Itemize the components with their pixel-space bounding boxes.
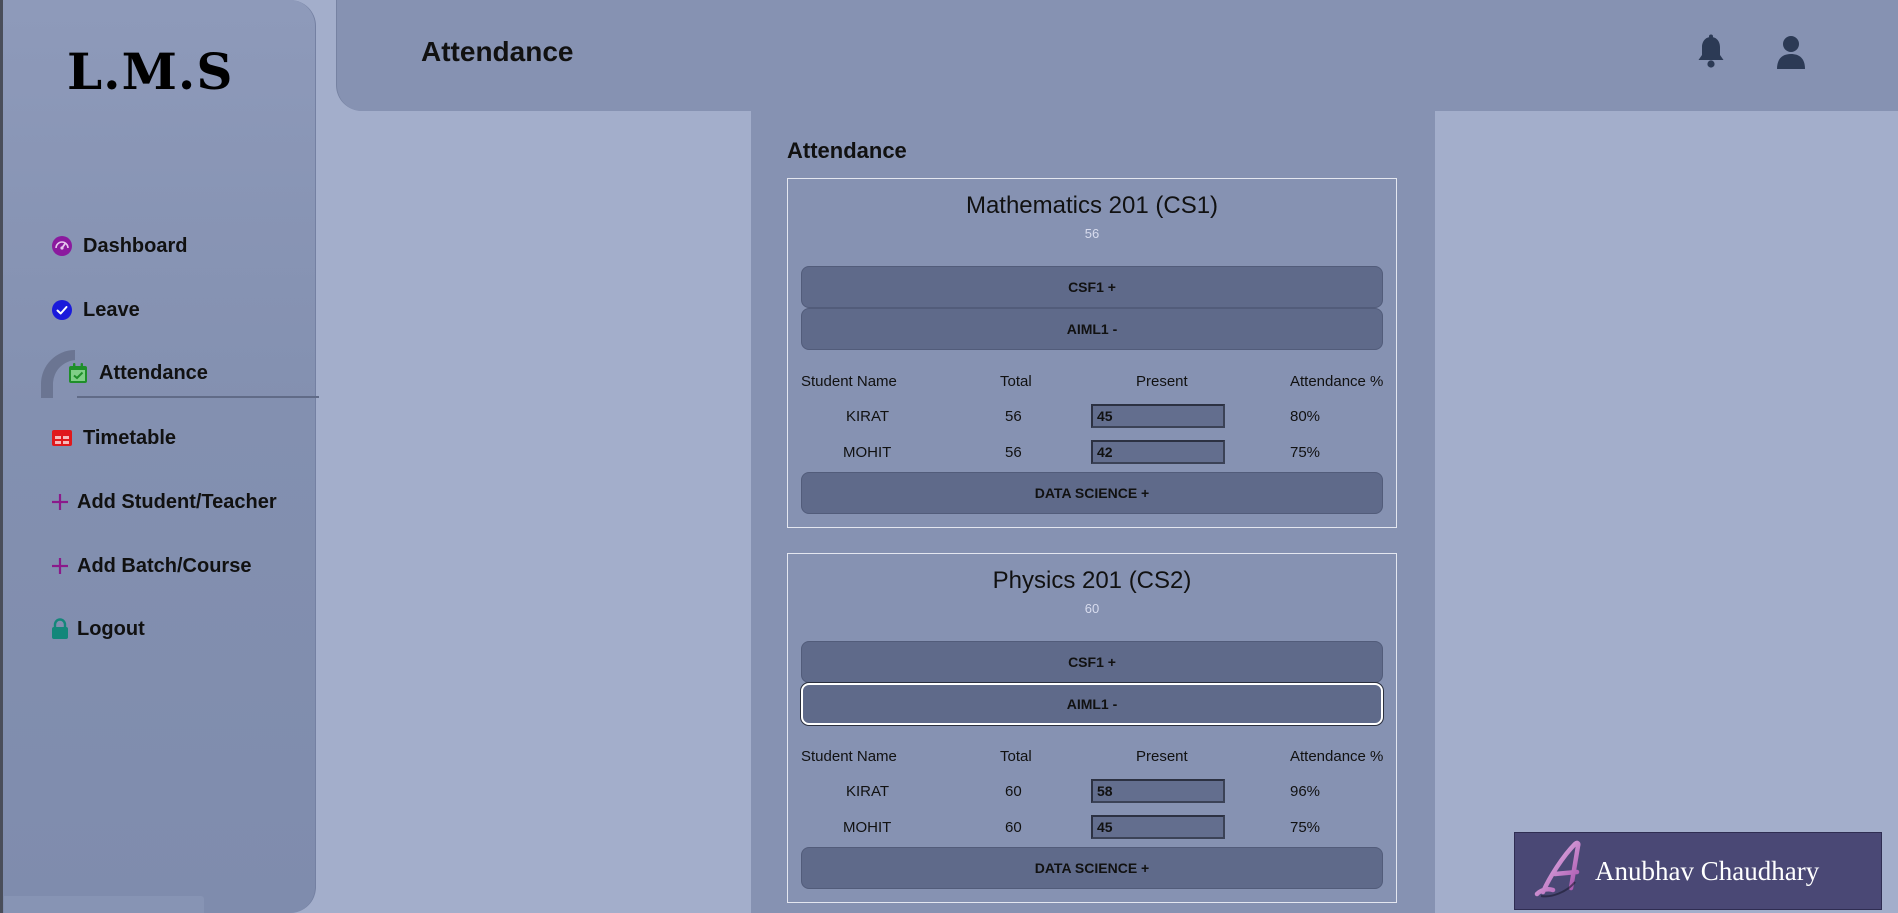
student-name: MOHIT [843,444,892,461]
sidebar-item-logout[interactable]: Logout [49,614,145,644]
dashboard-icon [51,235,73,257]
sidebar-item-add-student-teacher[interactable]: Add Student/Teacher [49,487,277,517]
calendar-check-icon [67,362,89,384]
column-header-attendance-percent: Attendance % [1290,748,1384,765]
column-header-student-name: Student Name [801,748,897,765]
column-header-present: Present [1136,748,1188,765]
course-name: Mathematics 201 (CS1) [965,192,1219,219]
sidebar-item-attendance[interactable]: Attendance [67,358,208,388]
sidebar-item-dashboard[interactable]: Dashboard [51,231,187,261]
app-logo: L.M.S [67,42,234,101]
student-name: MOHIT [843,819,892,836]
column-header-total: Total [1000,373,1032,390]
course-name: Physics 201 (CS2) [992,567,1192,594]
signature-monogram-icon [1534,840,1581,898]
sidebar-item-label: Timetable [83,426,176,449]
table-icon [51,427,73,449]
attendance-percent: 75% [1290,819,1321,836]
top-header: Attendance [336,0,1898,111]
author-signature: Anubhav Chaudhary [1514,832,1882,910]
sidebar-item-timetable[interactable]: Timetable [51,423,176,453]
course-total-classes: 56 [1084,226,1100,241]
sidebar-item-label: Dashboard [83,234,188,257]
course-card: Physics 201 (CS2) 60 CSF1 + AIML1 - Stud… [787,553,1397,903]
lock-icon [49,618,71,640]
batch-toggle-aiml1[interactable]: AIML1 - [801,683,1383,725]
course-card: Mathematics 201 (CS1) 56 CSF1 + AIML1 - … [787,178,1397,528]
user-icon[interactable] [1775,34,1807,70]
sidebar-item-label: Logout [77,617,145,640]
check-circle-icon [51,299,73,321]
batch-toggle-data-science[interactable]: DATA SCIENCE + [801,847,1383,889]
sidebar-item-add-batch-course[interactable]: Add Batch/Course [49,551,251,581]
column-header-present: Present [1136,373,1188,390]
sidebar-item-label: Leave [83,298,140,321]
section-title: Attendance [787,138,907,163]
column-header-attendance-percent: Attendance % [1290,373,1384,390]
batch-toggle-csf1[interactable]: CSF1 + [801,266,1383,308]
present-input[interactable] [1091,440,1225,464]
batch-toggle-data-science[interactable]: DATA SCIENCE + [801,472,1383,514]
student-total: 56 [1005,408,1022,425]
sidebar-item-label: Add Batch/Course [77,554,252,577]
attendance-percent: 80% [1290,408,1321,425]
plus-icon [49,555,71,577]
present-input[interactable] [1091,404,1225,428]
signature-name: Anubhav Chaudhary [1595,855,1820,886]
attendance-percent: 96% [1290,783,1321,800]
batch-toggle-csf1[interactable]: CSF1 + [801,641,1383,683]
student-name: KIRAT [846,408,890,425]
sidebar-item-leave[interactable]: Leave [51,295,140,325]
student-name: KIRAT [846,783,890,800]
batch-toggle-aiml1[interactable]: AIML1 - [801,308,1383,350]
attendance-percent: 75% [1290,444,1321,461]
sidebar: L.M.S Dashboard Leave Attendance Timetab… [3,0,319,913]
sidebar-item-label: Add Student/Teacher [77,490,277,513]
column-header-student-name: Student Name [801,373,897,390]
course-total-classes: 60 [1084,601,1100,616]
present-input[interactable] [1091,779,1225,803]
attendance-panel: Attendance Mathematics 201 (CS1) 56 CSF1… [751,111,1435,913]
student-total: 60 [1005,819,1022,836]
status-bar-url [4,896,204,913]
student-total: 56 [1005,444,1022,461]
column-header-total: Total [1000,748,1032,765]
page-title: Attendance [421,36,574,67]
student-total: 60 [1005,783,1022,800]
present-input[interactable] [1091,815,1225,839]
bell-icon[interactable] [1695,34,1727,70]
sidebar-item-label: Attendance [99,361,208,384]
plus-icon [49,491,71,513]
